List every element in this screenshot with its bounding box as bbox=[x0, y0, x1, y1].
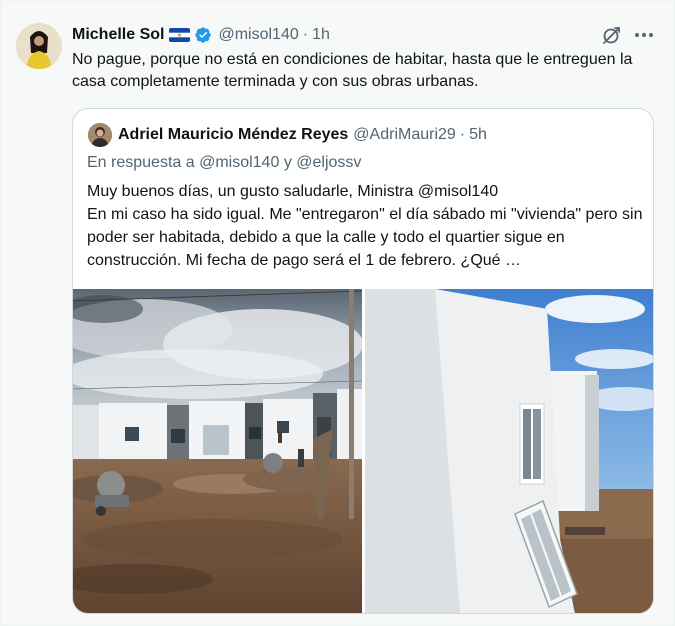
photo-house-wall[interactable] bbox=[365, 289, 653, 613]
quoted-text-line: En mi caso ha sido igual. Me "entregaron… bbox=[87, 206, 643, 269]
tweet-card[interactable]: Michelle Sol @misol140 · 1h No pague, po… bbox=[0, 0, 675, 626]
verified-badge-icon[interactable] bbox=[194, 26, 212, 44]
author-name[interactable]: Michelle Sol bbox=[72, 26, 164, 44]
reply-prefix: En respuesta a bbox=[87, 154, 195, 171]
quoted-text: Muy buenos días, un gusto saludarle, Min… bbox=[87, 180, 643, 272]
quoted-text-line: Muy buenos días, un gusto saludarle, Min… bbox=[87, 183, 499, 200]
reply-joiner: y bbox=[283, 154, 292, 171]
el-salvador-flag-icon bbox=[169, 28, 191, 42]
grok-icon[interactable] bbox=[600, 23, 624, 47]
author-handle[interactable]: @misol140 bbox=[218, 26, 298, 44]
separator-dot: · bbox=[459, 126, 466, 143]
quoted-header: Adriel Mauricio Méndez Reyes @AdriMauri2… bbox=[118, 123, 487, 147]
quoted-tweet[interactable]: Adriel Mauricio Méndez Reyes @AdriMauri2… bbox=[72, 108, 654, 614]
quoted-avatar[interactable] bbox=[88, 123, 112, 147]
avatar[interactable] bbox=[16, 23, 62, 69]
more-options-icon[interactable] bbox=[632, 23, 656, 47]
tweet-header: Michelle Sol @misol140 · 1h bbox=[72, 23, 330, 47]
media-gallery bbox=[73, 289, 653, 613]
quoted-author-name[interactable]: Adriel Mauricio Méndez Reyes bbox=[118, 126, 348, 144]
separator-dot: · bbox=[302, 26, 309, 43]
divider bbox=[0, 1, 1, 626]
timestamp[interactable]: 1h bbox=[312, 26, 330, 44]
photo-construction-site[interactable] bbox=[73, 289, 362, 613]
quoted-timestamp[interactable]: 5h bbox=[469, 126, 487, 144]
quoted-author-handle[interactable]: @AdriMauri29 bbox=[353, 126, 456, 144]
reply-mention-link[interactable]: @eljossv bbox=[296, 154, 361, 171]
reply-mention-link[interactable]: @misol140 bbox=[199, 154, 279, 171]
avatar-image bbox=[16, 23, 62, 69]
reply-context: En respuesta a @misol140 y @eljossv bbox=[87, 154, 361, 172]
tweet-text: No pague, porque no está en condiciones … bbox=[72, 51, 633, 90]
